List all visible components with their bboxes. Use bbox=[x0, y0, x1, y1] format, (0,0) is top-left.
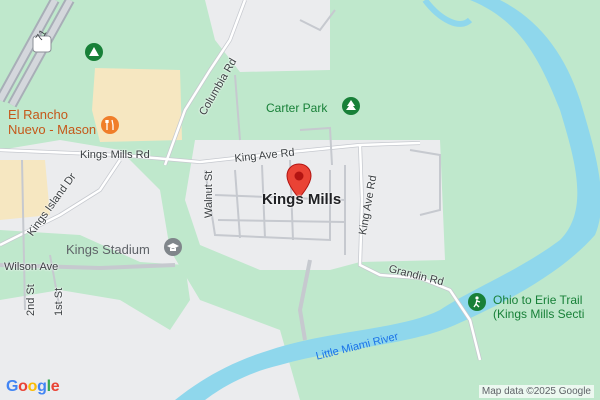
restaurant-label-line2[interactable]: Nuevo - Mason bbox=[8, 122, 96, 138]
road-label-wilson-ave: Wilson Ave bbox=[4, 261, 59, 273]
google-logo-text: Google bbox=[6, 378, 60, 395]
map-attribution[interactable]: Map data ©2025 Google bbox=[478, 385, 594, 398]
trail-label-line1[interactable]: Ohio to Erie Trail bbox=[493, 294, 582, 306]
restaurant-label-line1[interactable]: El Rancho bbox=[8, 107, 68, 123]
park-label[interactable]: Carter Park bbox=[266, 102, 327, 114]
road-label-2nd-st: 2nd St bbox=[25, 284, 37, 316]
road-label-1st-st: 1st St bbox=[53, 287, 65, 316]
road-label-kings-mills-rd: Kings Mills Rd bbox=[80, 149, 150, 161]
map-view[interactable]: Kings Mills Carter Park Kings Stadium El… bbox=[0, 0, 600, 400]
park-icon[interactable] bbox=[341, 96, 361, 121]
google-logo: Google bbox=[6, 378, 60, 396]
road-label-walnut-st: Walnut St bbox=[203, 170, 215, 218]
restaurant-icon[interactable] bbox=[100, 115, 120, 140]
campground-icon[interactable] bbox=[84, 42, 104, 67]
trail-label-line2[interactable]: (Kings Mills Secti bbox=[493, 308, 584, 320]
stadium-label[interactable]: Kings Stadium bbox=[66, 243, 150, 256]
town-label: Kings Mills bbox=[262, 191, 342, 208]
trail-icon[interactable] bbox=[467, 292, 487, 317]
stadium-icon[interactable] bbox=[163, 237, 183, 262]
